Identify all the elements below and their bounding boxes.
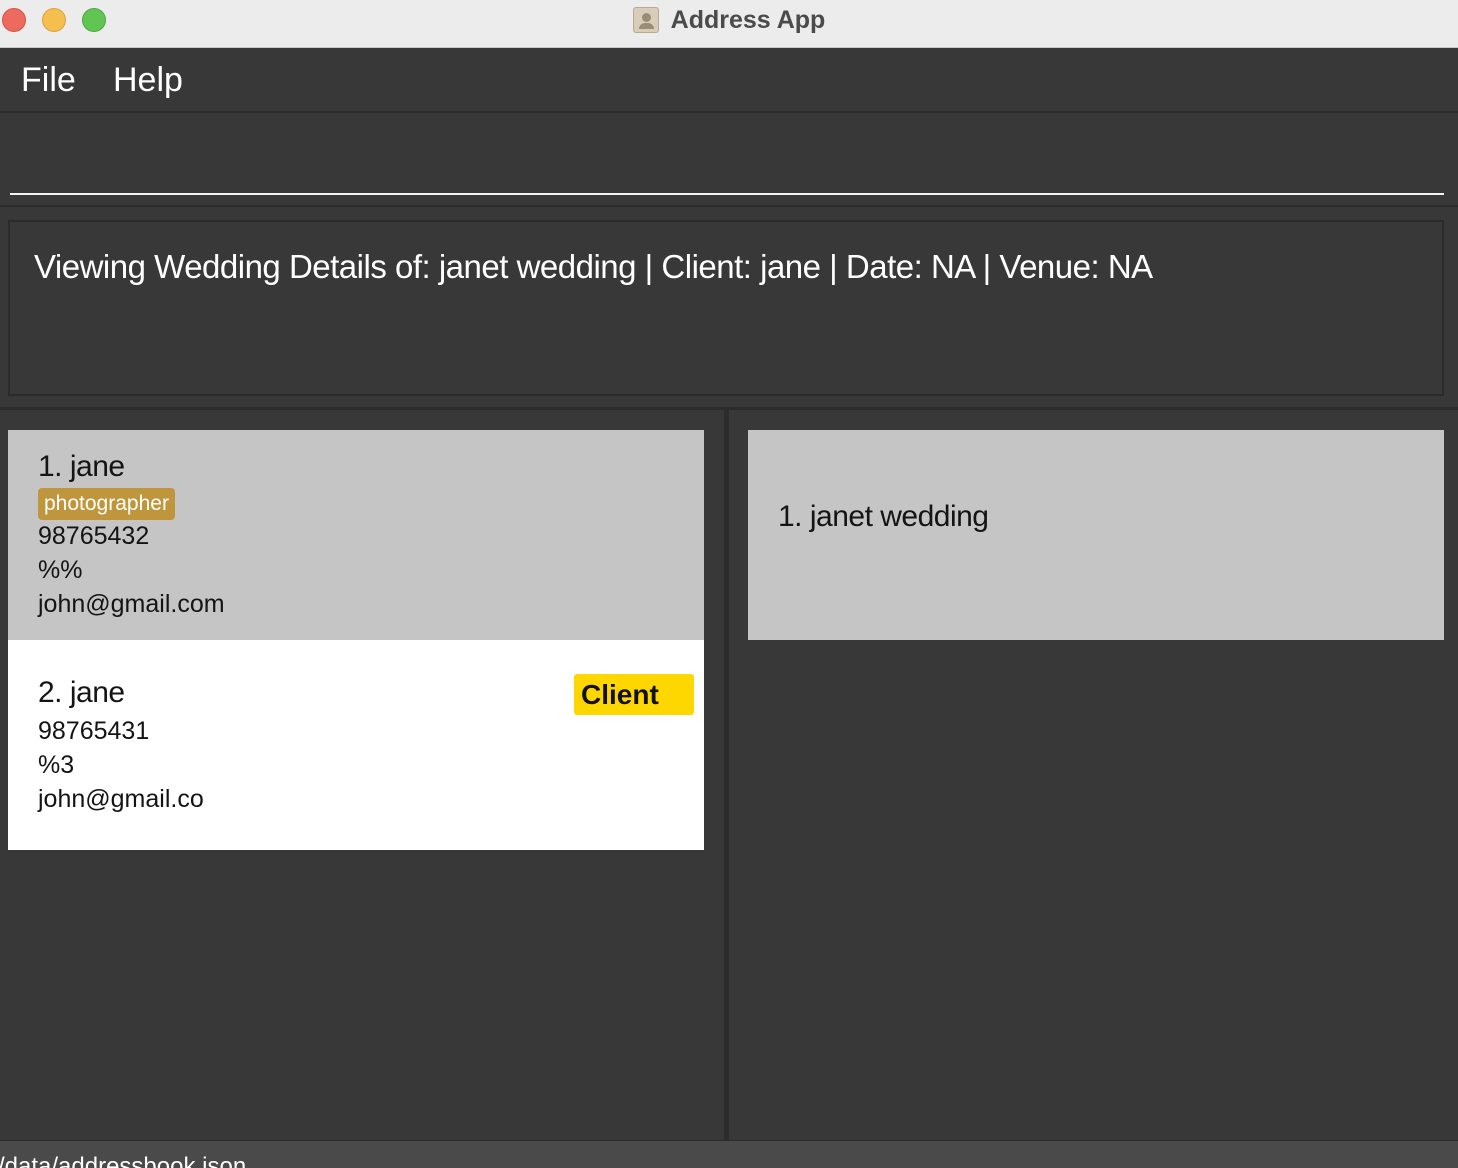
- status-bar: /data/addressbook.json: [0, 1140, 1458, 1168]
- person-address: %3: [38, 751, 75, 779]
- menu-help[interactable]: Help: [113, 61, 183, 100]
- command-input[interactable]: [10, 125, 1444, 195]
- person-address: %%: [38, 556, 83, 584]
- tag-badge: photographer: [38, 488, 175, 520]
- person-email: john@gmail.co: [38, 785, 204, 813]
- window-titlebar: Address App: [0, 0, 1458, 48]
- person-card[interactable]: 1. jane photographer 98765432 %% john@gm…: [8, 430, 704, 640]
- role-badge: Client: [574, 674, 694, 715]
- panel-divider-vertical[interactable]: [724, 410, 729, 1140]
- result-display: Viewing Wedding Details of: janet weddin…: [8, 220, 1444, 396]
- result-message: Viewing Wedding Details of: janet weddin…: [34, 248, 1153, 285]
- save-location-path: /data/addressbook.json: [0, 1153, 247, 1168]
- window-title-group: Address App: [0, 0, 1458, 40]
- person-card[interactable]: 2. jane Client 98765431 %3 john@gmail.co: [8, 640, 704, 850]
- person-name: 2. jane: [38, 676, 125, 709]
- person-email: john@gmail.com: [38, 590, 225, 618]
- person-name: 1. jane: [38, 450, 125, 483]
- wedding-card[interactable]: 1. janet wedding: [748, 430, 1444, 640]
- command-box: [0, 115, 1458, 207]
- person-phone: 98765431: [38, 717, 150, 745]
- menu-file[interactable]: File: [21, 61, 76, 100]
- window-title: Address App: [670, 5, 826, 34]
- person-phone: 98765432: [38, 522, 150, 550]
- address-book-icon: [632, 7, 659, 33]
- panel-divider-horizontal: [0, 407, 1458, 410]
- menu-bar: File Help: [0, 49, 1458, 113]
- wedding-name: 1. janet wedding: [778, 500, 989, 533]
